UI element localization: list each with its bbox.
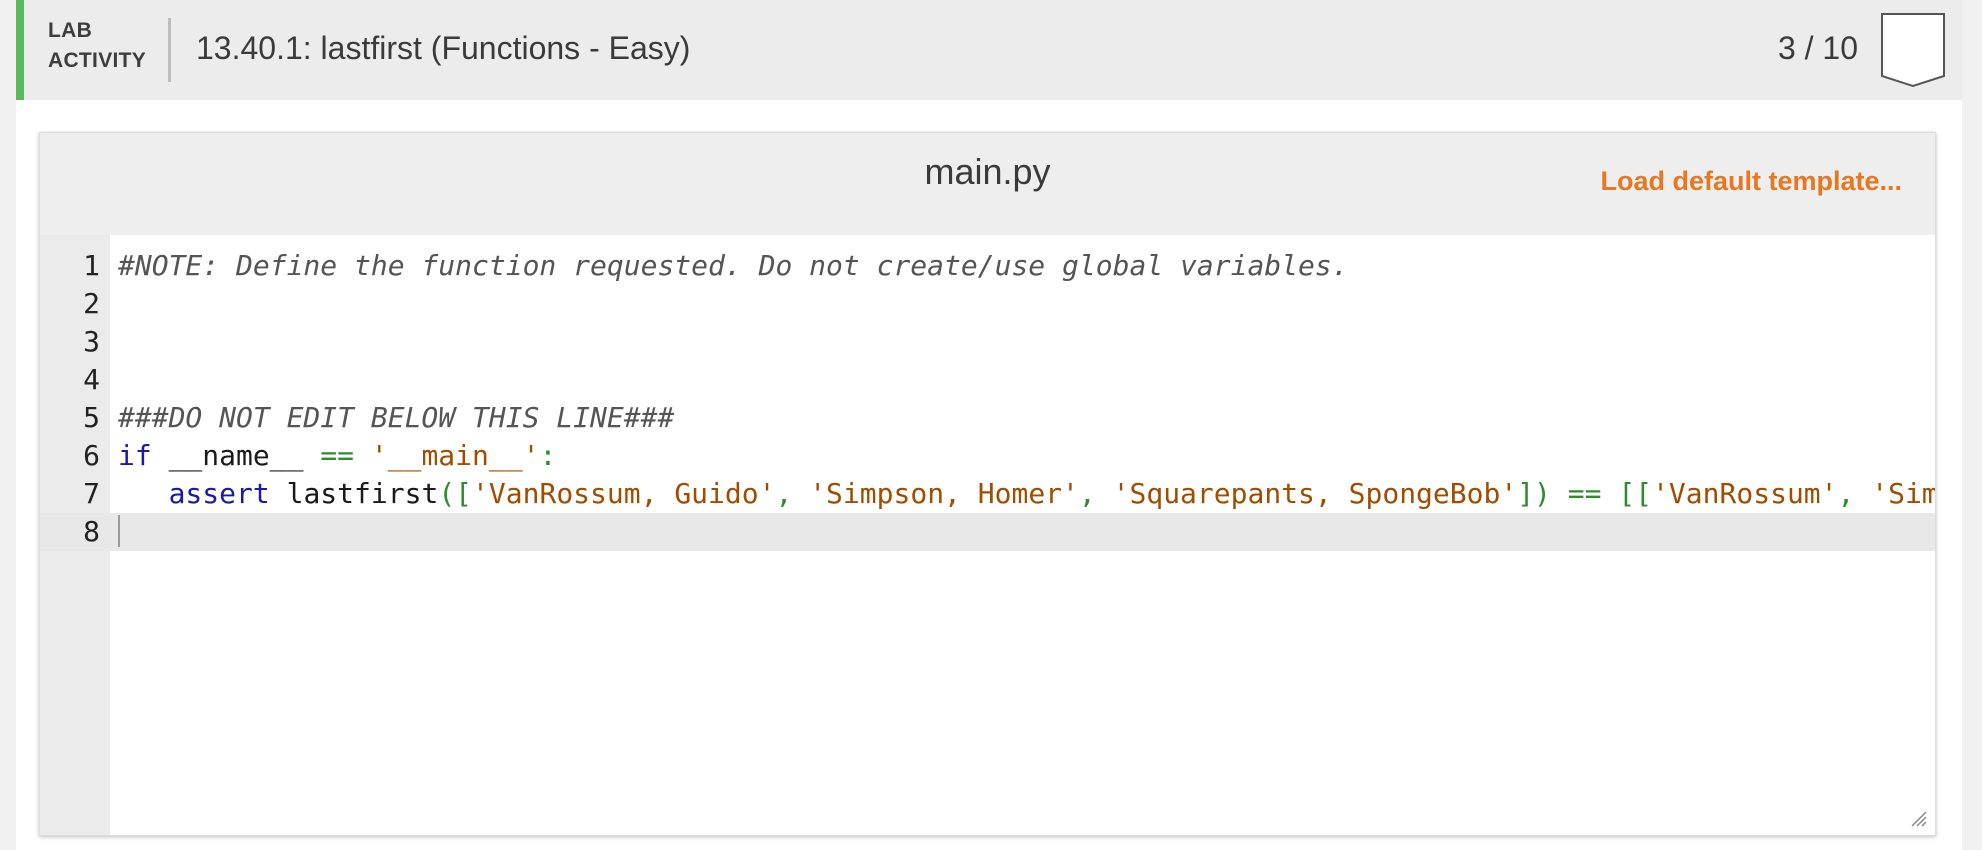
right-margin [1962, 0, 1982, 850]
code-editor-panel: main.py Load default template... 1 #NOTE:… [39, 132, 1936, 836]
code-token-op: == [1567, 477, 1602, 510]
code-line[interactable]: 4 [40, 361, 1935, 399]
resize-grip-icon[interactable] [1909, 809, 1927, 827]
load-default-template-link[interactable]: Load default template... [1600, 166, 1902, 197]
code-line[interactable]: 5 ###DO NOT EDIT BELOW THIS LINE### [40, 399, 1935, 437]
code-line[interactable]: 3 [40, 323, 1935, 361]
code-token-op: , [775, 477, 793, 510]
code-token-string: 'Squarepants, SpongeBob' [1112, 477, 1518, 510]
code-token-comment: ###DO NOT EDIT BELOW THIS LINE### [118, 401, 675, 434]
code-token-string: 'Sim [1871, 477, 1935, 510]
code-line-content [118, 513, 120, 551]
line-number: 3 [83, 325, 100, 358]
shield-badge-icon [1881, 13, 1945, 88]
code-token-keyword: if [118, 439, 152, 472]
code-token-string: '__main__' [370, 439, 540, 472]
code-token-string: 'VanRossum, Guido' [472, 477, 776, 510]
code-token-op: [[ [1618, 477, 1653, 510]
code-editor[interactable]: 1 #NOTE: Define the function requested. D… [40, 235, 1935, 835]
line-number: 4 [83, 363, 100, 396]
line-number: 6 [83, 439, 100, 472]
left-margin [0, 0, 16, 850]
line-number: 1 [83, 249, 100, 282]
line-number: 7 [83, 477, 100, 510]
code-token-op: ]) [1517, 477, 1551, 510]
code-token-op: ([ [438, 477, 473, 510]
code-line-content: if __name__ == '__main__': [118, 437, 556, 475]
code-line[interactable]: 6 if __name__ == '__main__': [40, 437, 1935, 475]
lab-activity-header: LAB ACTIVITY 13.40.1: lastfirst (Functio… [16, 0, 1962, 100]
code-token-text: __name__ [151, 439, 321, 472]
activity-type-line2: ACTIVITY [48, 49, 147, 72]
code-token-comment: #NOTE: Define the function requested. Do… [118, 249, 1349, 282]
code-token-text: lastfirst [269, 477, 439, 510]
code-line-content: #NOTE: Define the function requested. Do… [118, 247, 1349, 285]
activity-type-line1: LAB [48, 19, 93, 42]
editor-titlebar: main.py Load default template... [40, 133, 1935, 235]
code-token-op: : [539, 439, 557, 472]
text-cursor [118, 515, 120, 547]
activity-type-label: LAB ACTIVITY [48, 16, 146, 76]
code-token-op: == [320, 439, 355, 472]
code-token-op: , [1837, 477, 1855, 510]
activity-title: 13.40.1: lastfirst (Functions - Easy) [196, 30, 691, 66]
code-line-content: assert lastfirst(['VanRossum, Guido', 'S… [118, 475, 1935, 513]
header-divider [168, 18, 171, 82]
code-line[interactable]: 8 [40, 513, 1935, 551]
code-token-keyword: assert [168, 477, 270, 510]
line-number: 5 [83, 401, 100, 434]
code-line[interactable]: 7 assert lastfirst(['VanRossum, Guido', … [40, 475, 1935, 513]
code-line[interactable]: 1 #NOTE: Define the function requested. D… [40, 247, 1935, 285]
code-token-op: , [1078, 477, 1096, 510]
line-number: 2 [83, 287, 100, 320]
code-line[interactable]: 2 [40, 285, 1935, 323]
code-line-content: ###DO NOT EDIT BELOW THIS LINE### [118, 399, 674, 437]
code-token-string: 'VanRossum' [1652, 477, 1838, 510]
line-number: 8 [83, 515, 100, 548]
progress-count: 3 / 10 [1777, 30, 1858, 66]
code-token-string: 'Simpson, Homer' [809, 477, 1079, 510]
